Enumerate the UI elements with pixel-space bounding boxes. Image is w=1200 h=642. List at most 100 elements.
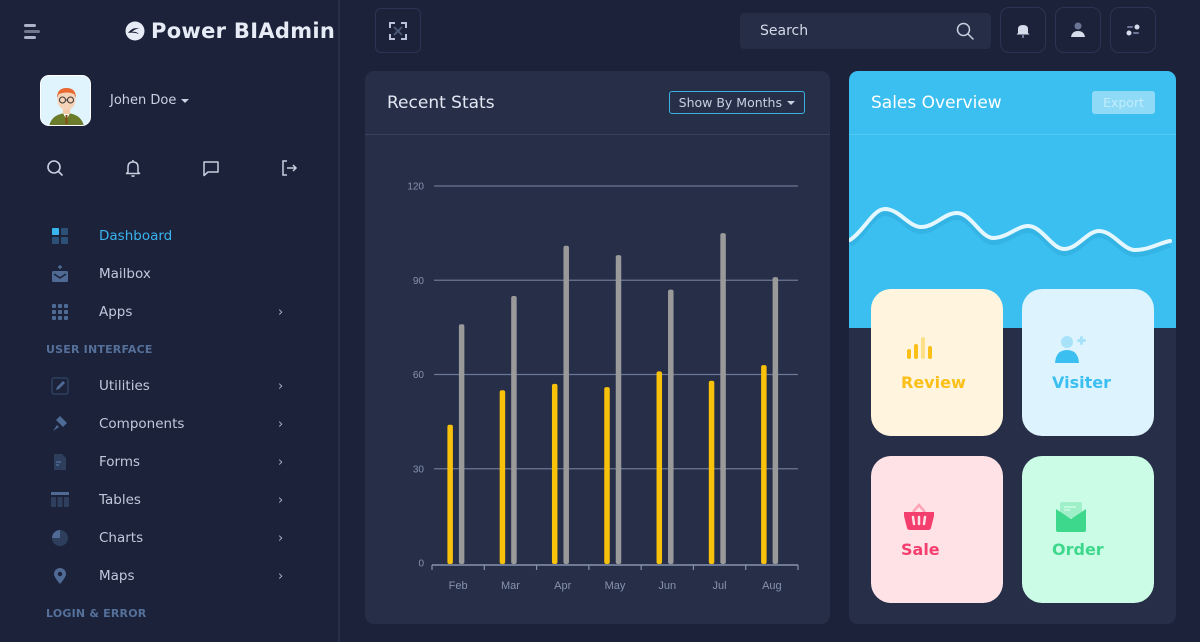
user-button[interactable] [1055, 7, 1101, 53]
search-icon[interactable] [955, 21, 975, 41]
chevron-right-icon: › [278, 416, 284, 432]
sidebar-item-label: Charts [99, 530, 144, 546]
bar-chart-icon [907, 337, 932, 359]
sidebar-item-label: Apps [99, 304, 133, 320]
x-tick-label: Jul [713, 580, 727, 592]
user-profile: Johen Doe [40, 75, 190, 126]
bar-series-b-apr [563, 245, 569, 565]
recent-stats-card: Recent Stats Show By Months 0 30 60 90 120 Fe… [365, 71, 830, 624]
fullscreen-icon [389, 21, 407, 40]
chat-icon[interactable] [200, 157, 222, 179]
user-name: Johen Doe [110, 93, 177, 108]
chevron-right-icon: › [278, 568, 284, 584]
chevron-right-icon: › [278, 304, 284, 320]
sidebar-nav: Dashboard Mailbox Apps › USER INTERFACE … [0, 217, 340, 631]
x-tick-label: Apr [554, 580, 571, 592]
chevron-right-icon: › [278, 530, 284, 546]
form-icon [54, 454, 66, 470]
bar-series-b-may [615, 255, 622, 564]
y-tick-label: 60 [413, 370, 425, 381]
sidebar-item-label: Forms [99, 454, 141, 470]
bell-icon[interactable] [122, 157, 144, 179]
avatar-image [41, 76, 90, 125]
map-pin-icon [54, 568, 66, 584]
sidebar-item-components[interactable]: Components › [0, 405, 340, 443]
sidebar-item-charts[interactable]: Charts › [0, 519, 340, 557]
sidebar-item-forms[interactable]: Forms › [0, 443, 340, 481]
bar-series-a-aug [761, 365, 767, 564]
bar-series-a-mar [499, 390, 506, 564]
fullscreen-button[interactable] [375, 8, 421, 53]
bar-series-b-mar [511, 295, 517, 564]
tile-label: Review [901, 373, 966, 392]
settings-icon [1126, 24, 1140, 36]
user-menu[interactable]: Johen Doe [110, 93, 190, 108]
y-tick-label: 30 [413, 464, 425, 475]
sales-sparkline [849, 206, 1172, 258]
chevron-right-icon: › [278, 492, 284, 508]
brand[interactable]: Power BIAdmin [125, 19, 335, 43]
x-tick-label: May [605, 580, 626, 592]
logout-icon[interactable] [278, 157, 300, 179]
chevron-right-icon: › [278, 378, 284, 394]
x-tick-label: Feb [449, 580, 468, 592]
sidebar-item-label: Mailbox [99, 266, 151, 282]
sidebar-item-label: Tables [99, 492, 141, 508]
x-tick-label: Jun [658, 580, 676, 592]
tile-review[interactable]: Review [871, 289, 1003, 436]
sidebar-item-label: Dashboard [99, 228, 173, 244]
y-tick-label: 90 [413, 276, 425, 287]
bar-series-b-jun [668, 289, 674, 564]
sales-overview-header: Sales Overview Export [849, 71, 1176, 135]
search-input[interactable] [740, 23, 940, 39]
sidebar-item-apps[interactable]: Apps › [0, 293, 340, 331]
dashboard-icon [52, 228, 68, 244]
bar-series-b-aug [772, 277, 779, 564]
tile-label: Order [1052, 540, 1104, 559]
tile-order[interactable]: Order [1022, 456, 1154, 603]
add-user-icon [1055, 336, 1086, 363]
sidebar-item-mailbox[interactable]: Mailbox [0, 255, 340, 293]
sidebar: Power BIAdmin Johen Doe Dashboard Mailbo… [0, 0, 340, 642]
chevron-right-icon: › [278, 454, 284, 470]
section-user-interface: USER INTERFACE [46, 342, 153, 356]
sidebar-item-label: Components [99, 416, 185, 432]
tile-label: Sale [901, 540, 940, 559]
bar-series-a-jul [708, 380, 715, 564]
y-tick-label: 0 [418, 559, 424, 570]
caret-down-icon [181, 98, 190, 103]
notifications-button[interactable] [1000, 7, 1046, 53]
bar-series-b-jul [720, 233, 726, 564]
pie-chart-icon [52, 530, 68, 546]
sales-overview-title: Sales Overview [871, 92, 1002, 113]
sidebar-item-label: Maps [99, 568, 135, 584]
avatar[interactable] [40, 75, 91, 126]
envelope-icon [1056, 502, 1086, 532]
bar-series-a-may [604, 387, 610, 564]
bar-series-a-jun [656, 371, 663, 564]
table-icon [51, 492, 69, 507]
sidebar-item-tables[interactable]: Tables › [0, 481, 340, 519]
y-tick-label: 120 [407, 182, 424, 193]
tile-sale[interactable]: Sale [871, 456, 1003, 603]
recent-stats-chart: 0 30 60 90 120 Feb Mar Apr May Jun Jul Aug [407, 182, 799, 592]
section-login-error: LOGIN & ERROR [46, 606, 147, 620]
search-icon[interactable] [44, 157, 66, 179]
export-button[interactable]: Export [1092, 91, 1155, 114]
sidebar-item-utilities[interactable]: Utilities › [0, 367, 340, 405]
menu-toggle-icon[interactable] [24, 24, 42, 40]
tile-visiter[interactable]: Visiter [1022, 289, 1154, 436]
sidebar-item-maps[interactable]: Maps › [0, 557, 340, 595]
x-tick-label: Mar [501, 580, 520, 592]
sidebar-item-label: Utilities [99, 378, 150, 394]
bar-series-a-feb [447, 424, 453, 564]
quick-actions [44, 157, 300, 179]
bar-series-a-apr [551, 383, 558, 564]
user-icon [1071, 22, 1085, 37]
brand-name: Power BIAdmin [151, 19, 336, 43]
search-box [740, 13, 991, 49]
tile-label: Visiter [1052, 373, 1111, 392]
brand-logo-icon [125, 21, 145, 41]
settings-button[interactable] [1110, 7, 1156, 53]
sidebar-item-dashboard[interactable]: Dashboard [0, 217, 340, 255]
